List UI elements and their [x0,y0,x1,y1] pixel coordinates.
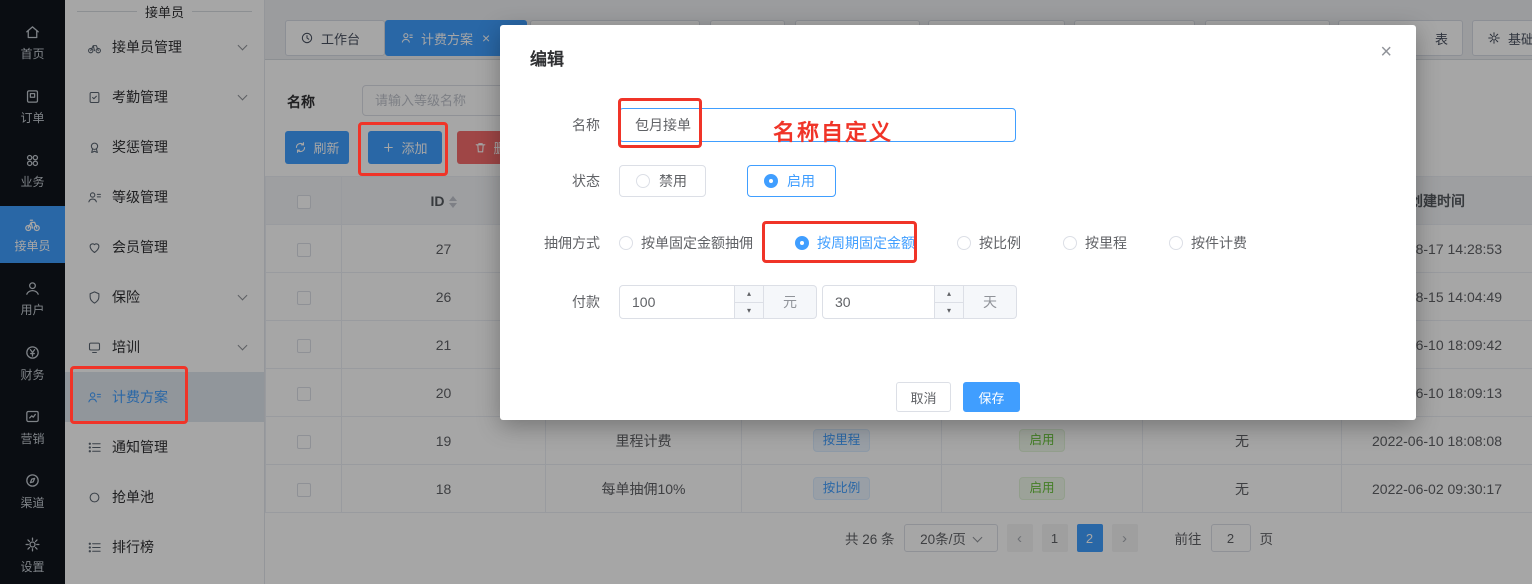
option-label: 按件计费 [1191,233,1247,253]
commission-option-by-ratio[interactable]: 按比例 [957,233,1021,253]
amount-unit: 元 [764,285,817,319]
name-label: 名称 [500,115,600,135]
dialog-title: 编辑 [530,45,564,70]
dialog-footer: 取消 保存 [500,382,1416,412]
option-label: 按比例 [979,233,1021,253]
option-label: 启用 [787,171,815,191]
name-field-row: 名称 包月接单 [500,105,1016,145]
period-value: 30 [835,294,851,310]
amount-input[interactable]: 100 ▴ ▾ [619,285,764,319]
edit-dialog: 编辑 × 名称 包月接单 名称自定义 状态 禁用 启用 抽佣方式 按单固定金额抽… [500,25,1416,420]
commission-label: 抽佣方式 [500,233,600,253]
radio-checked-icon [795,236,809,250]
stepper-down-icon[interactable]: ▾ [735,303,763,319]
status-label: 状态 [500,171,600,191]
stepper-up-icon[interactable]: ▴ [935,286,963,303]
commission-option-by-mileage[interactable]: 按里程 [1063,233,1127,253]
cancel-button[interactable]: 取消 [896,382,951,412]
period-input[interactable]: 30 ▴ ▾ [822,285,964,319]
pay-field-row: 付款 100 ▴ ▾ 元 30 ▴ ▾ 天 [500,285,1017,319]
option-label: 按周期固定金额 [817,233,915,253]
radio-icon [1169,236,1183,250]
commission-field-row: 抽佣方式 按单固定金额抽佣 按周期固定金额 按比例 按里程 按件计费 [500,228,1289,258]
radio-icon [636,174,650,188]
radio-checked-icon [764,174,778,188]
commission-option-by-piece[interactable]: 按件计费 [1169,233,1247,253]
save-button[interactable]: 保存 [963,382,1020,412]
stepper-down-icon[interactable]: ▾ [935,303,963,319]
commission-option-fixed-per-period[interactable]: 按周期固定金额 [795,233,915,253]
stepper-up-icon[interactable]: ▴ [735,286,763,303]
radio-icon [619,236,633,250]
status-field-row: 状态 禁用 启用 [500,165,836,197]
name-annotation-text: 名称自定义 [773,115,893,147]
option-label: 按单固定金额抽佣 [641,233,753,253]
name-value: 包月接单 [635,115,691,135]
status-option-disabled[interactable]: 禁用 [619,165,706,197]
amount-value: 100 [632,294,655,310]
pay-label: 付款 [500,292,600,312]
close-icon[interactable]: × [1380,41,1392,64]
radio-icon [957,236,971,250]
status-option-enabled[interactable]: 启用 [747,165,836,197]
option-label: 禁用 [659,171,687,191]
option-label: 按里程 [1085,233,1127,253]
amount-stepper: ▴ ▾ [734,286,763,318]
commission-option-fixed-per-order[interactable]: 按单固定金额抽佣 [619,233,753,253]
radio-icon [1063,236,1077,250]
period-unit: 天 [964,285,1017,319]
period-stepper: ▴ ▾ [934,286,963,318]
